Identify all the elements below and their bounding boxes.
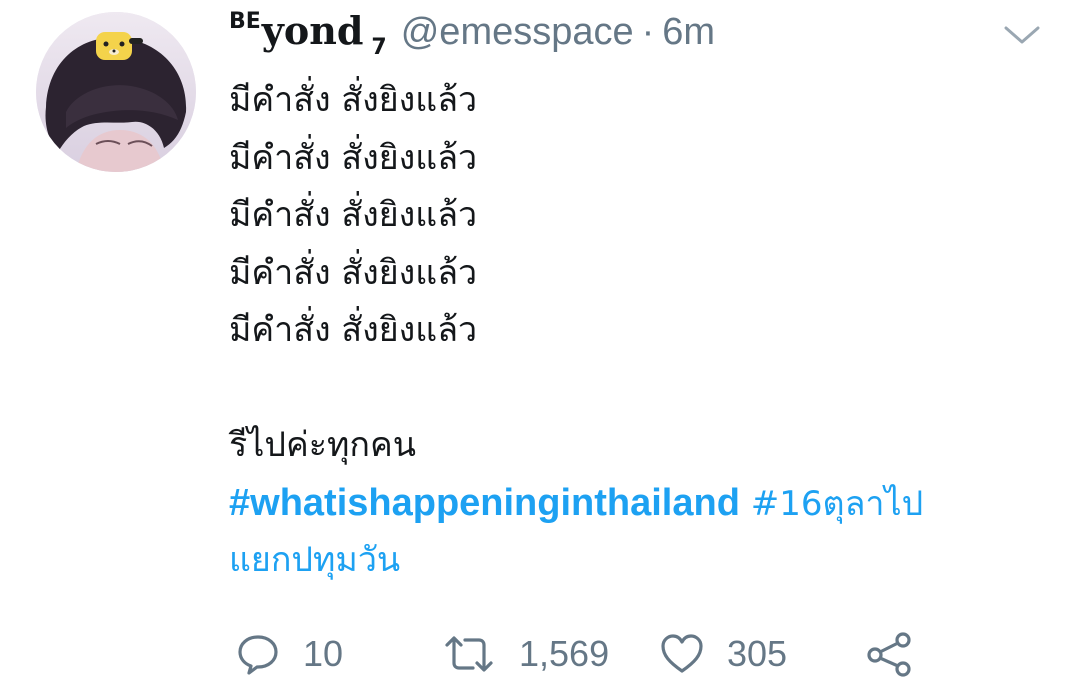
reply-count: 10: [303, 633, 344, 674]
share-button[interactable]: [865, 628, 915, 680]
hashtag-link[interactable]: #whatishappeninginthailand: [229, 482, 740, 524]
tweet-line: มีคำสั่ง สั่งยิงแล้ว: [229, 252, 478, 293]
chevron-down-icon[interactable]: [1002, 20, 1042, 50]
tweet-line: มีคำสั่ง สั่งยิงแล้ว: [229, 310, 478, 350]
display-name-suffix: 7: [371, 35, 387, 60]
retweet-count: 1,569: [519, 633, 610, 674]
display-name-main: yond: [261, 8, 364, 53]
avatar[interactable]: [36, 12, 196, 172]
tweet-actions: 10 1,569 305: [229, 628, 1029, 680]
separator-dot: ·: [641, 11, 655, 53]
hashtag-link-continued[interactable]: แยกปทุมวัน: [229, 540, 400, 580]
user-handle[interactable]: @emesspace: [401, 11, 634, 54]
timestamp[interactable]: 6m: [662, 11, 715, 54]
reply-button[interactable]: 10: [235, 628, 343, 680]
avatar-image: [36, 12, 196, 172]
hashtag-line: #whatishappeninginthailand #16ตุลาไป: [229, 475, 1049, 533]
tweet-line: มีคำสั่ง สั่งยิงแล้ว: [229, 137, 478, 178]
share-icon: [867, 632, 911, 677]
hashtag-line: แยกปทุมวัน: [229, 532, 1049, 590]
retweet-button[interactable]: 1,569: [441, 628, 609, 680]
tweet[interactable]: BEyond 7 @emesspace · 6m มีคำสั่ง สั่งยิง…: [0, 0, 1073, 693]
retweet-icon: [445, 636, 493, 672]
reply-icon: [238, 635, 278, 675]
heart-icon: [661, 634, 703, 673]
tweet-closing-line: รีไปค่ะทุกคน: [229, 425, 416, 465]
tweet-line: มีคำสั่ง สั่งยิงแล้ว: [229, 80, 478, 120]
tweet-text: มีคำสั่ง สั่งยิงแล้ว มีคำสั่ง สั่งยิงแล้…: [229, 72, 1049, 590]
hashtag-link[interactable]: #16ตุลาไป: [751, 484, 923, 524]
display-name[interactable]: BEyond 7: [229, 8, 387, 60]
like-count: 305: [727, 633, 788, 674]
tweet-line: มีคำสั่ง สั่งยิงแล้ว: [229, 195, 478, 235]
display-name-prefix: BE: [229, 9, 261, 34]
tweet-header: BEyond 7 @emesspace · 6m: [229, 8, 715, 64]
like-button[interactable]: 305: [659, 628, 787, 680]
